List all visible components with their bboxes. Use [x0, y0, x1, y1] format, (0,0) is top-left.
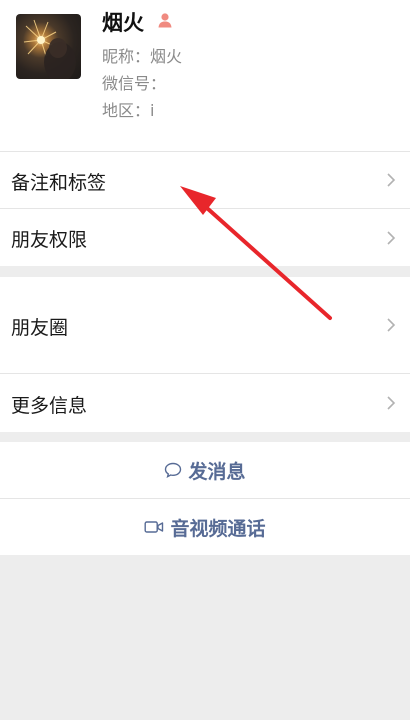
chevron-right-icon [387, 396, 396, 410]
more-info-row[interactable]: 更多信息 [0, 374, 410, 432]
nickname-line: 昵称：烟火 [102, 47, 183, 66]
contact-name: 烟火 [102, 11, 144, 35]
region-line: 地区：i [102, 101, 155, 120]
more-info-label: 更多信息 [11, 395, 88, 417]
chat-bubble-icon [165, 462, 182, 478]
contact-profile-page: 烟火 昵称：烟火 微信号： 地区：i 备注和标签 朋友权限 朋友圈 更多信息 发… [0, 0, 410, 720]
chevron-right-icon [387, 318, 396, 332]
profile-header: 烟火 昵称：烟火 微信号： 地区：i [0, 0, 410, 151]
remark-tags-row[interactable]: 备注和标签 [0, 152, 410, 208]
chevron-right-icon [387, 173, 396, 187]
avatar[interactable] [16, 14, 81, 79]
friend-permissions-label: 朋友权限 [11, 229, 88, 251]
female-person-icon [158, 13, 172, 28]
remark-tags-label: 备注和标签 [11, 172, 107, 194]
friend-permissions-row[interactable]: 朋友权限 [0, 209, 410, 266]
sparkler-photo [23, 19, 76, 79]
video-call-label: 音视频通话 [170, 517, 266, 540]
video-call-button[interactable]: 音视频通话 [0, 499, 410, 555]
moments-label: 朋友圈 [11, 317, 69, 339]
send-message-label: 发消息 [188, 460, 246, 483]
video-camera-icon [144, 521, 164, 533]
chevron-right-icon [387, 231, 396, 245]
moments-row[interactable]: 朋友圈 [0, 277, 410, 373]
wechat-id-line: 微信号： [102, 74, 167, 93]
send-message-button[interactable]: 发消息 [0, 442, 410, 498]
